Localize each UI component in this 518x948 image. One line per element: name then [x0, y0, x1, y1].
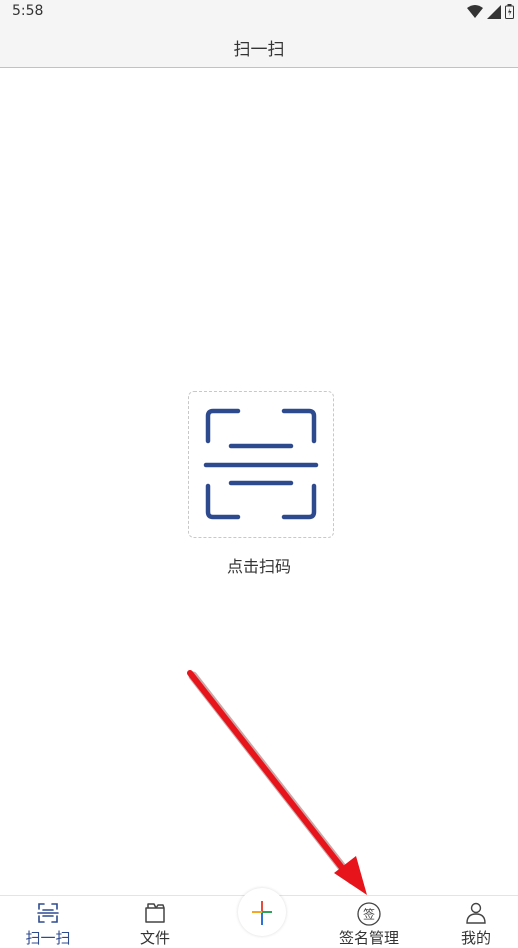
signature-icon: 签	[357, 902, 381, 926]
nav-item-signature[interactable]: 签 签名管理	[329, 896, 409, 947]
folder-icon	[145, 903, 165, 923]
scan-frame-icon	[203, 408, 319, 520]
status-bar: 5:58	[0, 0, 518, 24]
nav-item-scan[interactable]: 扫一扫	[8, 896, 88, 947]
scan-icon	[37, 903, 59, 923]
nav-item-files[interactable]: 文件	[115, 896, 195, 947]
status-icons	[467, 4, 514, 19]
status-time: 5:58	[12, 3, 44, 19]
wifi-icon	[467, 4, 483, 18]
add-button[interactable]	[238, 888, 286, 936]
person-icon	[466, 902, 486, 924]
scan-label: 点击扫码	[226, 557, 291, 576]
battery-icon	[505, 4, 514, 19]
scan-button[interactable]	[188, 391, 334, 538]
svg-text:签: 签	[363, 907, 375, 922]
plus-icon	[252, 901, 272, 925]
header: 扫一扫	[0, 24, 518, 68]
page-title: 扫一扫	[233, 40, 285, 60]
nav-item-mine[interactable]: 我的	[436, 896, 516, 947]
cell-signal-icon	[487, 4, 501, 19]
